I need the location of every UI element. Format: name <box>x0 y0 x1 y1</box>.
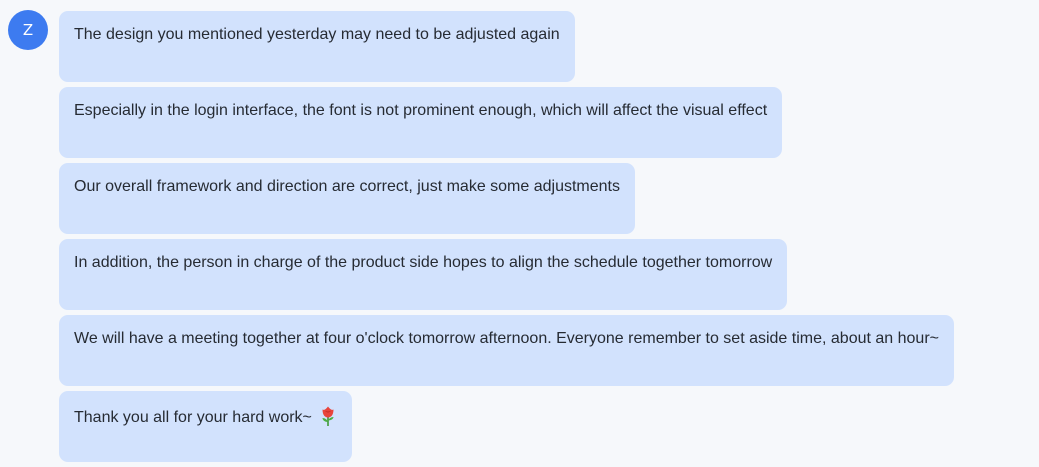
message-bubble[interactable]: The design you mentioned yesterday may n… <box>59 11 575 82</box>
message-bubble[interactable]: Especially in the login interface, the f… <box>59 87 783 158</box>
message-text: The design you mentioned yesterday may n… <box>74 26 560 43</box>
message-text: Thank you all for your hard work~ <box>74 409 312 426</box>
avatar[interactable]: Z <box>8 10 48 50</box>
message-bubble[interactable]: In addition, the person in charge of the… <box>59 239 788 310</box>
message-bubble[interactable]: We will have a meeting together at four … <box>59 315 954 386</box>
message-list: The design you mentioned yesterday may n… <box>59 11 1022 467</box>
rose-icon <box>319 405 337 427</box>
message-bubble[interactable]: Thank you all for your hard work~ <box>59 391 353 462</box>
message-text: We will have a meeting together at four … <box>74 330 939 347</box>
message-bubble[interactable]: Our overall framework and direction are … <box>59 163 635 234</box>
avatar-initial: Z <box>22 21 34 39</box>
message-text: Especially in the login interface, the f… <box>74 102 768 119</box>
message-text: Our overall framework and direction are … <box>74 178 620 195</box>
message-text: In addition, the person in charge of the… <box>74 254 773 271</box>
